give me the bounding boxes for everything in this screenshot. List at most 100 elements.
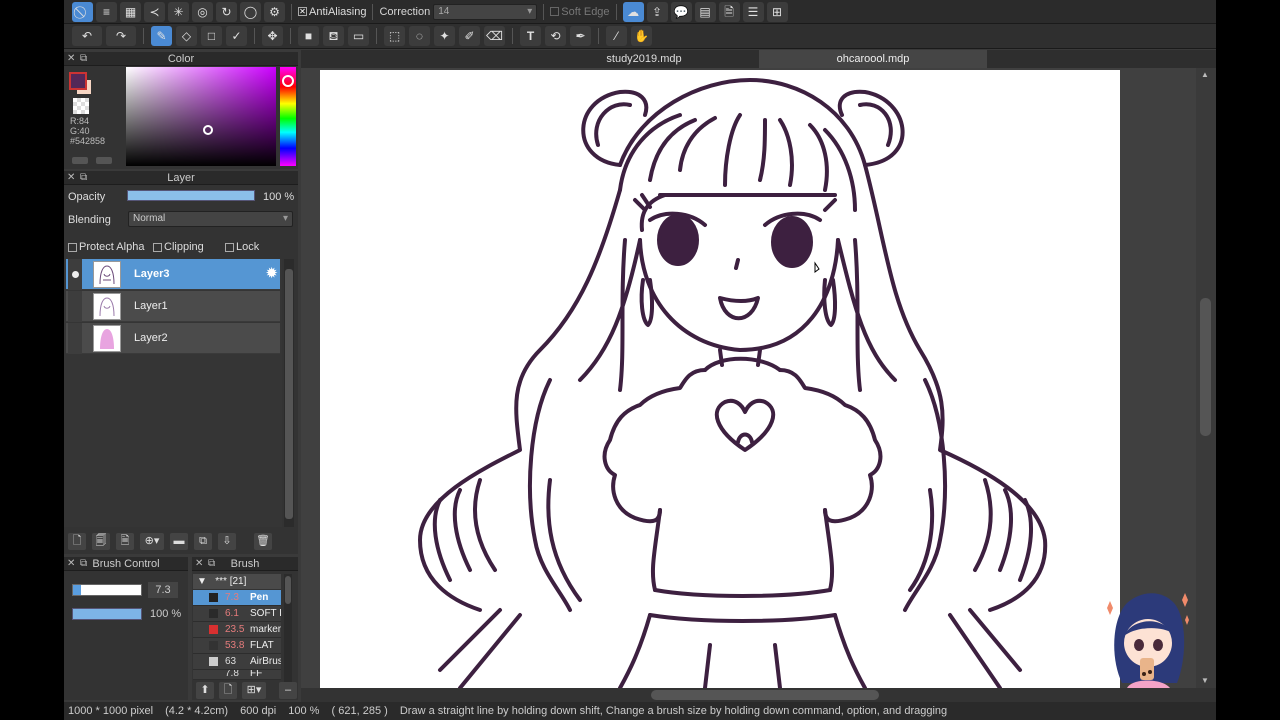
cloud-icon[interactable]: ☁ xyxy=(622,1,644,22)
brush-menu-icon[interactable]: ⊞▾ xyxy=(242,682,266,699)
undock-icon[interactable]: ⧉ xyxy=(80,52,87,66)
brush-item[interactable]: 7.8 FF xyxy=(193,670,281,680)
parallel-snap-icon[interactable]: ≡ xyxy=(96,1,117,22)
undock-icon[interactable]: ⧉ xyxy=(80,557,87,571)
hue-cursor[interactable] xyxy=(282,75,294,87)
gear-icon[interactable]: ✹ xyxy=(265,266,278,281)
select-eraser-icon[interactable]: ⌫ xyxy=(484,26,505,46)
correction-select[interactable]: 14 xyxy=(433,3,538,20)
share-icon[interactable]: ⇪ xyxy=(646,1,668,22)
scroll-down-icon[interactable]: ▼ xyxy=(1201,676,1209,685)
scroll-up-icon[interactable]: ▲ xyxy=(1201,70,1209,79)
canvas-horizontal-scrollbar[interactable] xyxy=(301,688,1216,702)
redo-icon[interactable]: ↷ xyxy=(106,26,136,46)
tab-study2019[interactable]: study2019.mdp xyxy=(529,50,759,68)
color-mode-button[interactable] xyxy=(72,157,88,164)
brush-item[interactable]: 63 AirBrus xyxy=(193,654,281,670)
color-history-button[interactable] xyxy=(96,157,112,164)
layer-row[interactable]: Layer1 xyxy=(66,291,280,322)
delete-brush-icon[interactable]: – xyxy=(279,682,297,699)
brush-group[interactable]: ▼ *** [21] xyxy=(193,574,281,589)
sv-cursor[interactable] xyxy=(203,125,213,135)
opacity-slider[interactable] xyxy=(127,190,255,201)
gradient-tool-icon[interactable]: ▭ xyxy=(348,26,369,46)
brush-size-slider[interactable] xyxy=(72,584,142,596)
layer-scrollbar[interactable] xyxy=(284,259,294,527)
panel-icon[interactable]: ⊞ xyxy=(766,1,788,22)
scroll-thumb[interactable] xyxy=(651,690,879,700)
layer-row[interactable]: Layer3 ✹ xyxy=(66,259,280,290)
canvas-vertical-scrollbar[interactable]: ▲ ▼ xyxy=(1196,68,1216,688)
add-layer-menu-icon[interactable]: ⊕▾ xyxy=(140,533,164,550)
fill-rect-icon[interactable]: ■ xyxy=(298,26,319,46)
dot-tool-icon[interactable]: □ xyxy=(201,26,222,46)
move-tool-icon[interactable]: ✥ xyxy=(262,26,283,46)
folder-icon[interactable]: ▬ xyxy=(170,533,188,550)
close-icon[interactable]: ✕ xyxy=(67,171,75,185)
curve-snap-icon[interactable]: ↻ xyxy=(216,1,237,22)
saturation-value-picker[interactable] xyxy=(126,67,276,166)
layer-row[interactable]: Layer2 xyxy=(66,323,280,354)
select-pen-icon[interactable]: ✐ xyxy=(459,26,480,46)
text-tool-icon[interactable]: T xyxy=(520,26,541,46)
ellipse-snap-icon[interactable]: ◯ xyxy=(240,1,261,22)
divide-tool-icon[interactable]: ⟲ xyxy=(545,26,566,46)
comment-icon[interactable]: 💬 xyxy=(670,1,692,22)
grid-snap-icon[interactable]: ▦ xyxy=(120,1,141,22)
brush-opacity-slider[interactable] xyxy=(72,608,142,620)
brush-item[interactable]: 7.3 Pen xyxy=(193,590,281,606)
snap-settings-icon[interactable]: ⚙ xyxy=(264,1,285,22)
blending-select[interactable]: Normal xyxy=(128,211,293,227)
check-brush-icon[interactable]: ✓ xyxy=(226,26,247,46)
merge-down-icon[interactable]: ⇩ xyxy=(218,533,236,550)
hand-tool-icon[interactable]: ✋ xyxy=(631,26,652,46)
layers-icon[interactable]: ☰ xyxy=(742,1,764,22)
protect-alpha-checkbox[interactable]: Protect Alpha xyxy=(68,241,144,253)
scroll-thumb[interactable] xyxy=(285,269,293,519)
scroll-thumb[interactable] xyxy=(1200,298,1211,436)
magic-wand-icon[interactable]: ✦ xyxy=(434,26,455,46)
visibility-toggle[interactable] xyxy=(68,291,82,322)
scroll-thumb[interactable] xyxy=(285,576,291,604)
circle-snap-icon[interactable]: ◎ xyxy=(192,1,213,22)
new-brush-icon[interactable]: 🗋 xyxy=(219,682,237,699)
foreground-color-swatch[interactable] xyxy=(69,72,87,90)
eyedropper-icon[interactable]: ⁄ xyxy=(606,26,627,46)
new-halftone-layer-icon[interactable]: 🗐 xyxy=(92,533,110,550)
new-layer-icon[interactable]: 🗋 xyxy=(68,533,86,550)
brush-item[interactable]: 23.5 marker xyxy=(193,622,281,638)
delete-layer-icon[interactable]: 🗑 xyxy=(254,533,272,550)
transparent-swatch[interactable] xyxy=(73,98,89,114)
chat-icon[interactable]: ▤ xyxy=(694,1,716,22)
brush-scrollbar[interactable] xyxy=(284,574,292,682)
undock-icon[interactable]: ⧉ xyxy=(208,557,215,571)
brush-size-value[interactable]: 7.3 xyxy=(148,582,178,598)
undock-icon[interactable]: ⧉ xyxy=(80,171,87,185)
visibility-toggle[interactable] xyxy=(68,323,82,354)
lock-checkbox[interactable]: Lock xyxy=(225,241,259,253)
cloud-brush-icon[interactable]: ⬆ xyxy=(196,682,214,699)
clipping-checkbox[interactable]: Clipping xyxy=(153,241,204,253)
no-snap-icon[interactable]: ⃠ xyxy=(72,1,93,22)
antialiasing-checkbox[interactable]: ✕ AntiAliasing xyxy=(298,6,366,18)
close-icon[interactable]: ✕ xyxy=(195,557,203,571)
tab-ohcaroool[interactable]: ohcaroool.mdp xyxy=(759,50,987,68)
close-icon[interactable]: ✕ xyxy=(67,52,75,66)
new-8bit-layer-icon[interactable]: 🗎 xyxy=(116,533,134,550)
perspective-snap-icon[interactable]: ≺ xyxy=(144,1,165,22)
brush-tool-icon[interactable]: ✎ xyxy=(151,26,172,46)
rect-select-icon[interactable]: ⬚ xyxy=(384,26,405,46)
brush-item[interactable]: 53.8 FLAT xyxy=(193,638,281,654)
brush-item[interactable]: 6.1 SOFT P xyxy=(193,606,281,622)
document-icon[interactable]: 🗎 xyxy=(718,1,740,22)
radial-snap-icon[interactable]: ✳ xyxy=(168,1,189,22)
soft-edge-checkbox[interactable]: Soft Edge xyxy=(550,6,610,18)
pen-ruler-icon[interactable]: ✒ xyxy=(570,26,591,46)
close-icon[interactable]: ✕ xyxy=(67,557,75,571)
bucket-tool-icon[interactable]: ⛾ xyxy=(323,26,344,46)
lasso-select-icon[interactable]: ◌ xyxy=(409,26,430,46)
duplicate-layer-icon[interactable]: ⧉ xyxy=(194,533,212,550)
eraser-tool-icon[interactable]: ◇ xyxy=(176,26,197,46)
visibility-toggle[interactable] xyxy=(68,259,82,290)
undo-icon[interactable]: ↶ xyxy=(72,26,102,46)
